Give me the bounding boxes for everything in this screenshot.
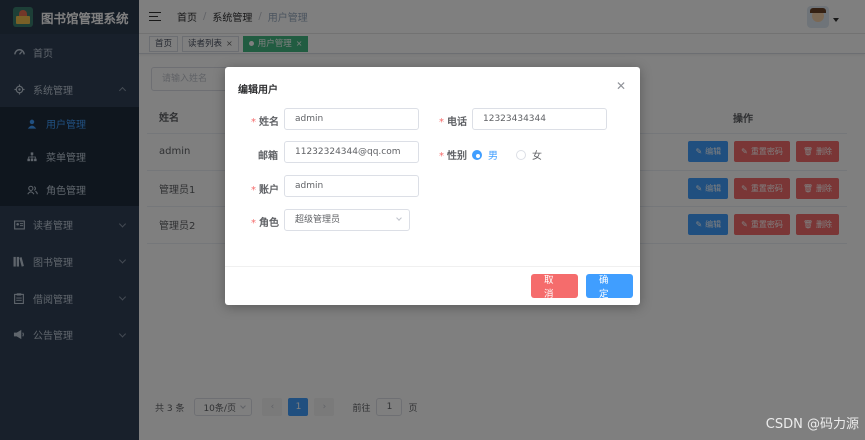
gender-radio-male[interactable]: 男 (472, 147, 498, 162)
account-label-text: 账户 (259, 185, 279, 196)
gender-label-text: 性别 (447, 151, 467, 162)
phone-label: * 电话 (439, 113, 467, 128)
name-label-text: 姓名 (259, 117, 279, 128)
gender-label: * 性别 (439, 147, 467, 162)
confirm-button[interactable]: 确定 (586, 274, 633, 300)
close-icon[interactable]: ✕ (616, 79, 626, 93)
account-field[interactable]: admin (284, 175, 419, 197)
required-mark: * (251, 117, 256, 128)
radio-label: 男 (488, 151, 498, 162)
required-mark: * (439, 151, 444, 162)
cancel-button[interactable]: 取消 (531, 274, 578, 300)
role-select-value: 超级管理员 (295, 215, 341, 225)
edit-user-dialog: 编辑用户 ✕ * 姓名 admin * 电话 12323434344 邮箱 1123… (225, 67, 640, 305)
account-label: * 账户 (251, 181, 279, 196)
gender-radio-female[interactable]: 女 (516, 147, 542, 162)
radio-checked-icon (472, 149, 482, 160)
role-select[interactable]: 超级管理员 (284, 209, 410, 231)
dialog-title: 编辑用户 (238, 85, 278, 96)
radio-label: 女 (532, 151, 542, 162)
email-field[interactable]: 11232324344@qq.com (284, 141, 419, 163)
required-mark: * (439, 117, 444, 128)
required-mark: * (251, 218, 256, 229)
radio-unchecked-icon (516, 149, 526, 160)
email-label: 邮箱 (258, 151, 278, 162)
role-label: * 角色 (251, 214, 279, 229)
role-label-text: 角色 (259, 218, 279, 229)
name-field[interactable]: admin (284, 108, 419, 130)
chevron-down-icon (396, 215, 402, 221)
required-mark: * (251, 185, 256, 196)
dialog-divider (225, 266, 640, 267)
watermark: CSDN @码力源 (765, 417, 859, 432)
phone-label-text: 电话 (447, 117, 467, 128)
name-label: * 姓名 (251, 113, 279, 128)
phone-field[interactable]: 12323434344 (472, 108, 607, 130)
